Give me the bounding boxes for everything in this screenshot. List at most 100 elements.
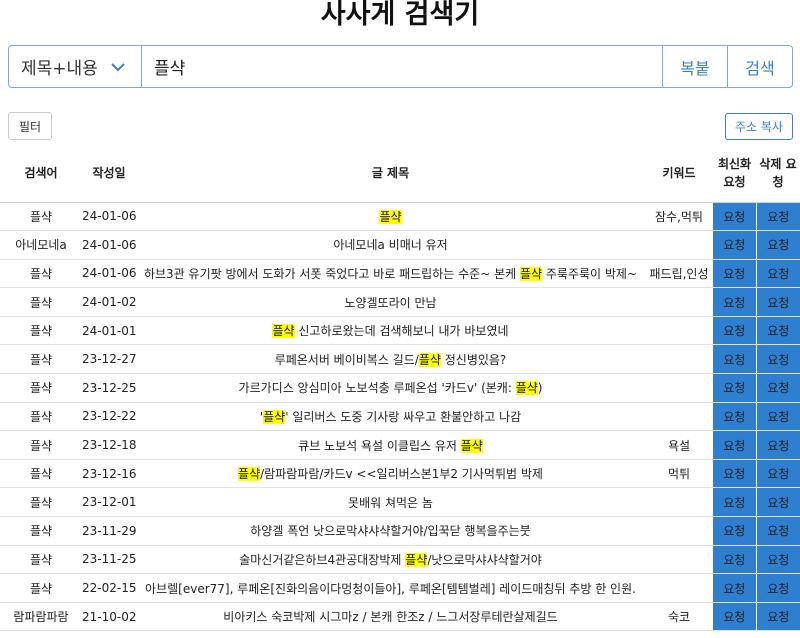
paste-button[interactable]: 복붙 [662,46,727,87]
delete-request-button[interactable]: 요청 [756,259,800,289]
title-text: 정신병있음? [440,352,507,367]
delete-request-button[interactable]: 요청 [756,202,800,232]
search-scope-label: 제목+내용 [21,59,98,79]
row-title-link[interactable]: 비아키스 숙코박제 시그마z / 본캐 한조z / 느그서장루테란살제길드 [136,602,645,632]
title-text: /람파람파람/카드v <<일리버스본1부2 기사먹튀범 박제 [260,467,543,482]
delete-request-button[interactable]: 요청 [756,487,800,518]
row-tags [645,487,713,518]
title-text: /낫으로막샤샤샥할거야 [427,552,542,567]
row-date: 23-12-25 [82,373,136,403]
search-button[interactable]: 검색 [727,46,792,87]
table-header-row: 검색어 작성일 글 제목 키워드 최신화 요청 삭제 요청 [0,145,800,203]
title-text: 노양겔또라이 만남 [344,295,437,310]
table-row[interactable]: 플샥 24-01-06 하브3관 유기팟 방에서 도화가 서폿 죽었다고 바로 패드… [0,259,800,289]
search-scope-select[interactable]: 제목+내용 [9,46,142,87]
title-highlight: 플샥 [460,438,483,453]
row-title-link[interactable]: 루페온서버 베이비복스 길드/플샥 정신병있음? [136,344,645,375]
refresh-request-button[interactable]: 요청 [713,402,757,432]
row-tags [645,373,713,403]
delete-request-button[interactable]: 요청 [756,373,800,403]
table-row[interactable]: 플샥 23-12-25 가르가디스 앙심미아 노보석충 루페온섭 '카드v' (본캐… [0,373,800,403]
column-header-tags: 키워드 [645,145,713,203]
refresh-request-button[interactable]: 요청 [713,487,757,518]
row-tags: 잠수,먹튀 [645,202,713,232]
table-row[interactable]: 아네모네a 24-01-06 아네모네a 비매너 유저 요청 요청 [0,230,800,260]
title-highlight: 플샥 [515,381,538,396]
delete-request-button[interactable]: 요청 [756,344,800,375]
row-title-link[interactable]: 아브렐[ever77], 루페온[진화의음이다멍청이들아], 루페온[템템벌레]… [136,573,645,603]
delete-request-button[interactable]: 요청 [756,516,800,546]
title-highlight: 플샥 [379,209,402,224]
delete-request-button[interactable]: 요청 [756,430,800,460]
row-keyword: 플샥 [0,516,82,546]
table-row[interactable]: 플샥 24-01-02 노양겔또라이 만남 요청 요청 [0,287,800,317]
results-table: 검색어 작성일 글 제목 키워드 최신화 요청 삭제 요청 플샥 24-01-06… [0,145,800,632]
row-title-link[interactable]: 하브3관 유기팟 방에서 도화가 서폿 죽었다고 바로 패드립하는 수준~ 본케… [136,259,645,289]
delete-request-button[interactable]: 요청 [756,316,800,346]
refresh-request-button[interactable]: 요청 [713,573,757,603]
row-title-link[interactable]: 플샥/람파람파람/카드v <<일리버스본1부2 기사먹튀범 박제 [136,459,645,489]
copy-address-button[interactable]: 주소 복사 [725,113,793,140]
table-row[interactable]: 플샥 23-12-01 못배워 쳐먹은 놈 요청 요청 [0,487,800,518]
row-date: 24-01-06 [82,230,136,260]
delete-request-button[interactable]: 요청 [756,402,800,432]
search-input[interactable] [142,46,662,87]
refresh-request-button[interactable]: 요청 [713,287,757,317]
row-date: 22-02-15 [82,573,136,603]
table-row[interactable]: 플샥 23-12-16 플샥/람파람파람/카드v <<일리버스본1부2 기사먹튀범 … [0,459,800,489]
table-row[interactable]: 플샥 24-01-01 플샥 신고하로왔는데 검색해보니 내가 바보였네 요청 요청 [0,316,800,346]
refresh-request-button[interactable]: 요청 [713,516,757,546]
refresh-request-button[interactable]: 요청 [713,259,757,289]
row-keyword: 플샥 [0,259,82,289]
table-row[interactable]: 람파람파람 21-10-02 비아키스 숙코박제 시그마z / 본캐 한조z / 느… [0,602,800,632]
table-row[interactable]: 플샥 23-11-29 하양겔 폭언 낫으로막샤샤샥할거야/입꾹닫 행복을주는붓 요청… [0,516,800,546]
row-title-link[interactable]: 노양겔또라이 만남 [136,287,645,317]
title-text: 주룩주룩이 박제~ [542,266,638,281]
delete-request-button[interactable]: 요청 [756,545,800,575]
chevron-down-icon [111,62,125,71]
refresh-request-button[interactable]: 요청 [713,459,757,489]
row-keyword: 플샥 [0,202,82,232]
refresh-request-button[interactable]: 요청 [713,545,757,575]
table-row[interactable]: 플샥 23-11-25 술마신거같은하브4관공대장박제 플샥/낫으로막샤샤샥할거야 요… [0,545,800,575]
row-title-link[interactable]: '플샥' 일리버스 도중 기사랑 싸우고 환불안하고 나감 [136,402,645,432]
refresh-request-button[interactable]: 요청 [713,430,757,460]
column-header-refresh-request: 최신화 요청 [713,145,756,203]
table-row[interactable]: 플샥 23-12-27 루페온서버 베이비복스 길드/플샥 정신병있음? 요청 요청 [0,344,800,375]
row-date: 24-01-01 [82,316,136,346]
refresh-request-button[interactable]: 요청 [713,373,757,403]
row-title-link[interactable]: 술마신거같은하브4관공대장박제 플샥/낫으로막샤샤샥할거야 [136,545,645,575]
row-keyword: 플샥 [0,287,82,317]
row-title-link[interactable]: 못배워 쳐먹은 놈 [136,487,645,518]
table-row[interactable]: 플샥 24-01-06 플샥 잠수,먹튀 요청 요청 [0,202,800,232]
delete-request-button[interactable]: 요청 [756,287,800,317]
table-row[interactable]: 플샥 23-12-18 큐브 노보석 욕설 이클립스 유저 플샥 욕설 요청 요청 [0,430,800,460]
row-date: 21-10-02 [82,602,136,632]
delete-request-button[interactable]: 요청 [756,602,800,632]
row-title-link[interactable]: 하양겔 폭언 낫으로막샤샤샥할거야/입꾹닫 행복을주는붓 [136,516,645,546]
refresh-request-button[interactable]: 요청 [713,202,757,232]
table-row[interactable]: 플샥 23-12-22 '플샥' 일리버스 도중 기사랑 싸우고 환불안하고 나감 요… [0,402,800,432]
row-keyword: 플샥 [0,373,82,403]
row-title-link[interactable]: 아네모네a 비매너 유저 [136,230,645,260]
refresh-request-button[interactable]: 요청 [713,344,757,375]
row-title-link[interactable]: 플샥 신고하로왔는데 검색해보니 내가 바보였네 [136,316,645,346]
refresh-request-button[interactable]: 요청 [713,230,757,260]
column-header-keyword: 검색어 [0,145,82,203]
row-title-link[interactable]: 큐브 노보석 욕설 이클립스 유저 플샥 [136,430,645,460]
table-row[interactable]: 플샥 22-02-15 아브렐[ever77], 루페온[진화의음이다멍청이들아],… [0,573,800,603]
row-keyword: 람파람파람 [0,602,82,632]
title-highlight: 플샥 [272,324,295,339]
title-text: ) [537,381,543,396]
title-highlight: 플샥 [238,467,261,482]
delete-request-button[interactable]: 요청 [756,230,800,260]
row-title-link[interactable]: 플샥 [136,202,645,232]
search-bar: 제목+내용 복붙 검색 [8,45,793,88]
row-title-link[interactable]: 가르가디스 앙심미아 노보석충 루페온섭 '카드v' (본캐: 플샥) [136,373,645,403]
refresh-request-button[interactable]: 요청 [713,316,757,346]
row-keyword: 플샥 [0,430,82,460]
delete-request-button[interactable]: 요청 [756,459,800,489]
delete-request-button[interactable]: 요청 [756,573,800,603]
filter-button[interactable]: 필터 [8,112,52,140]
refresh-request-button[interactable]: 요청 [713,602,757,632]
